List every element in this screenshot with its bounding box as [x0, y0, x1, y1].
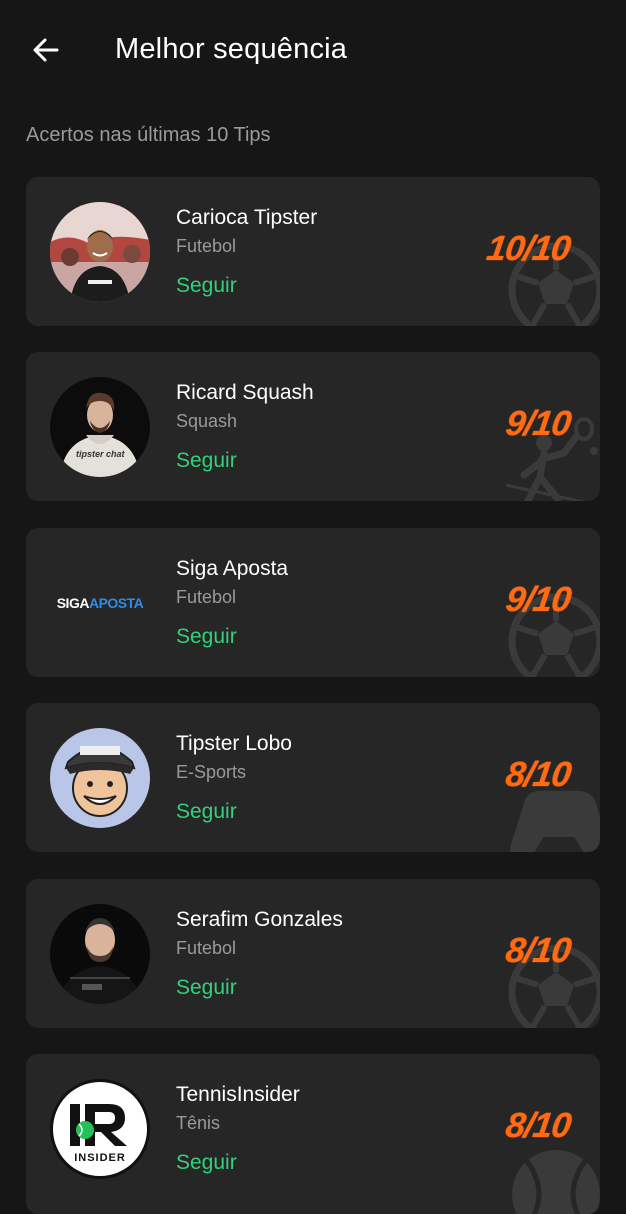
tipster-name: TennisInsider — [176, 1083, 300, 1106]
avatar[interactable] — [50, 202, 150, 302]
tipster-sport: Squash — [176, 411, 238, 431]
follow-button[interactable]: Seguir — [176, 274, 237, 298]
tipster-card[interactable]: Serafim Gonzales Futebol Seguir 8/10 — [26, 879, 600, 1028]
page-title: Melhor sequência — [115, 33, 348, 65]
follow-button[interactable]: Seguir — [176, 976, 237, 1000]
tipster-card[interactable]: tipster chat Ricard Squash Squash Seguir… — [26, 352, 600, 501]
avatar[interactable] — [50, 904, 150, 1004]
streak-score: 8/10 — [503, 1106, 573, 1145]
logo-text-aposta: APOSTA — [88, 595, 144, 611]
tipster-sport: Futebol — [176, 587, 237, 607]
streak-score: 9/10 — [503, 404, 573, 443]
arrow-left-icon — [33, 38, 59, 62]
streak-score: 10/10 — [484, 229, 573, 268]
logo-text-insider: INSIDER — [74, 1152, 126, 1164]
follow-button[interactable]: Seguir — [176, 449, 237, 473]
tipster-name: Carioca Tipster — [176, 206, 318, 229]
follow-button[interactable]: Seguir — [176, 625, 237, 649]
profile-photo — [50, 202, 150, 302]
tipster-card[interactable]: INSIDER TennisInsider Tênis Seguir 8/10 — [26, 1054, 600, 1214]
streak-score: 8/10 — [503, 755, 573, 794]
tipster-sport: E-Sports — [176, 762, 247, 782]
profile-photo — [50, 377, 150, 477]
section-subtitle: Acertos nas últimas 10 Tips — [26, 124, 271, 146]
logo-text-siga: SIGA — [56, 595, 90, 611]
streak-score: 9/10 — [503, 580, 573, 619]
tennis-insider-logo[interactable]: INSIDER — [50, 1079, 150, 1179]
app-header: Melhor sequência — [0, 0, 626, 104]
cartoon-face-icon — [50, 728, 150, 828]
tipster-card[interactable]: SIGA APOSTA Siga Aposta Futebol Seguir 9/… — [26, 528, 600, 677]
tipster-name: Tipster Lobo — [176, 732, 292, 755]
back-button[interactable] — [26, 30, 66, 70]
tipster-name: Ricard Squash — [176, 381, 314, 404]
streak-score: 8/10 — [503, 931, 573, 970]
siga-aposta-logo[interactable]: SIGA APOSTA — [50, 553, 150, 653]
tipster-sport: Tênis — [176, 1113, 221, 1133]
tipster-name: Serafim Gonzales — [176, 908, 343, 931]
profile-photo — [50, 904, 150, 1004]
cartoon-avatar[interactable] — [50, 728, 150, 828]
tipster-card[interactable]: Tipster Lobo E-Sports Seguir 8/10 — [26, 703, 600, 852]
avatar[interactable]: tipster chat — [50, 377, 150, 477]
follow-button[interactable]: Seguir — [176, 1151, 237, 1175]
tennis-ball-icon — [512, 1150, 600, 1214]
tipster-sport: Futebol — [176, 236, 237, 256]
avatar-label: tipster chat — [76, 449, 125, 459]
tipster-sport: Futebol — [176, 938, 237, 958]
follow-button[interactable]: Seguir — [176, 800, 237, 824]
tipster-card[interactable]: Carioca Tipster Futebol Seguir 10/10 — [26, 177, 600, 326]
tipster-name: Siga Aposta — [176, 557, 289, 580]
